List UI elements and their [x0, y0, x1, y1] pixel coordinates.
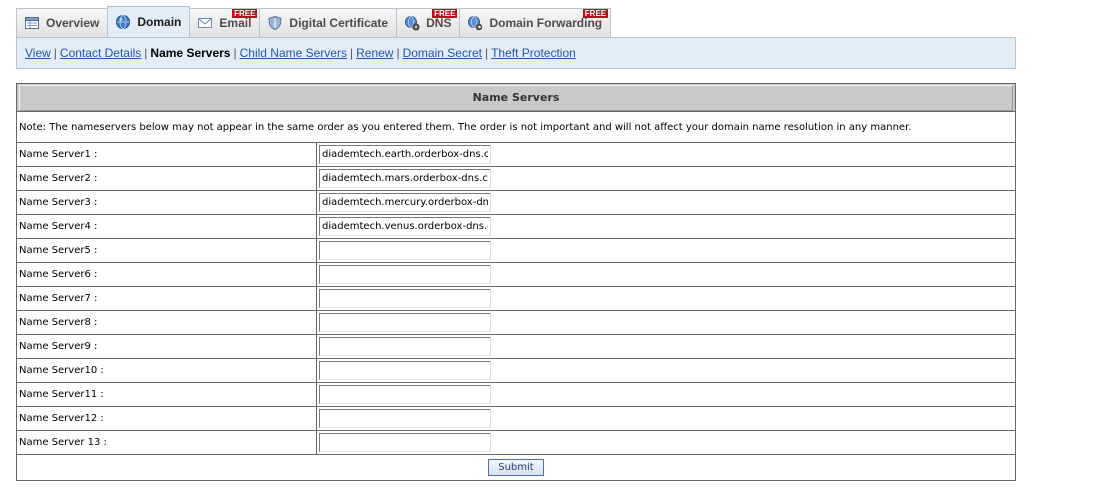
- table-row: Name Server8 :: [17, 311, 1015, 335]
- name-servers-table: Name Servers Note: The nameservers below…: [16, 83, 1016, 481]
- tab-label: Digital Certificate: [289, 16, 389, 30]
- name-server-label: Name Server12 :: [17, 407, 317, 431]
- table-row: Name Server12 :: [17, 407, 1015, 431]
- tab-label: Domain: [137, 15, 182, 29]
- overview-icon: [24, 15, 40, 31]
- envelope-icon: [197, 15, 213, 31]
- name-server-label: Name Server11 :: [17, 383, 317, 407]
- free-badge: FREE: [582, 9, 609, 18]
- table-row: Name Server4 :: [17, 215, 1015, 239]
- table-row: Name Server9 :: [17, 335, 1015, 359]
- subnav-separator: |: [396, 46, 400, 60]
- name-server-label: Name Server2 :: [17, 167, 317, 191]
- subnav-separator: |: [484, 46, 489, 60]
- note-row: Note: The nameservers below may not appe…: [17, 112, 1015, 143]
- name-server-label: Name Server9 :: [17, 335, 317, 359]
- tab-label: DNS: [426, 16, 452, 30]
- tab-label: Overview: [46, 16, 100, 30]
- name-server-3-input[interactable]: [319, 193, 491, 212]
- name-server-12-input[interactable]: [319, 409, 491, 428]
- subnav-separator: |: [144, 46, 148, 60]
- name-server-label: Name Server4 :: [17, 215, 317, 239]
- submit-row: Submit: [17, 455, 1015, 480]
- tab-domain[interactable]: Domain: [107, 6, 191, 37]
- subnav-renew-link[interactable]: Renew: [356, 46, 393, 60]
- name-server-label: Name Server1 :: [17, 143, 317, 167]
- tab-domain-forwarding[interactable]: FREE Domain Forwarding: [459, 8, 612, 37]
- forwarding-icon: [467, 15, 483, 31]
- name-server-7-input[interactable]: [319, 289, 491, 308]
- table-row: Name Server1 :: [17, 143, 1015, 167]
- subnav-child-name-servers-link[interactable]: Child Name Servers: [240, 46, 347, 60]
- name-server-label: Name Server5 :: [17, 239, 317, 263]
- free-badge: FREE: [232, 9, 258, 18]
- name-server-6-input[interactable]: [319, 265, 491, 284]
- name-server-label: Name Server10 :: [17, 359, 317, 383]
- subnav-view-link[interactable]: View: [25, 46, 51, 60]
- tab-dns[interactable]: FREE DNS: [396, 8, 461, 37]
- section-title: Name Servers: [19, 84, 1013, 111]
- name-server-label: Name Server3 :: [17, 191, 317, 215]
- tab-label: Domain Forwarding: [489, 16, 603, 30]
- tab-bar: Overview Domain FREE Email Digital Certi…: [16, 6, 612, 37]
- name-server-9-input[interactable]: [319, 337, 491, 356]
- table-row: Name Server10 :: [17, 359, 1015, 383]
- subnav-separator: |: [53, 46, 57, 60]
- table-header-row: Name Servers: [17, 84, 1015, 112]
- table-row: Name Server5 :: [17, 239, 1015, 263]
- dns-icon: [404, 15, 420, 31]
- globe-icon: [115, 14, 131, 30]
- name-server-8-input[interactable]: [319, 313, 491, 332]
- name-server-2-input[interactable]: [319, 169, 491, 188]
- name-server-label: Name Server8 :: [17, 311, 317, 335]
- name-server-10-input[interactable]: [319, 361, 491, 380]
- name-server-5-input[interactable]: [319, 241, 491, 260]
- shield-icon: [267, 15, 283, 31]
- name-server-label: Name Server7 :: [17, 287, 317, 311]
- submit-button[interactable]: Submit: [488, 459, 544, 476]
- name-server-13-input[interactable]: [319, 433, 491, 452]
- free-badge: FREE: [432, 9, 458, 18]
- name-server-4-input[interactable]: [319, 217, 491, 236]
- subnav-contact-details-link[interactable]: Contact Details: [60, 46, 141, 60]
- subnav-separator: |: [349, 46, 354, 60]
- subnav-theft-protection-link[interactable]: Theft Protection: [491, 46, 576, 60]
- subnav-domain-secret-link[interactable]: Domain Secret: [403, 46, 482, 60]
- note-text: Note: The nameservers below may not appe…: [17, 112, 1015, 143]
- name-server-1-input[interactable]: [319, 145, 491, 164]
- tab-label: Email: [219, 16, 252, 30]
- subnav-separator: |: [233, 46, 237, 60]
- tab-email[interactable]: FREE Email: [189, 8, 261, 37]
- name-server-label: Name Server6 :: [17, 263, 317, 287]
- name-server-label: Name Server 13 :: [17, 431, 317, 455]
- table-row: Name Server11 :: [17, 383, 1015, 407]
- table-row: Name Server 13 :: [17, 431, 1015, 455]
- subnav-name-servers-current: Name Servers: [150, 46, 231, 60]
- domain-subnav: View | Contact Details | Name Servers | Child …: [16, 37, 1016, 69]
- name-server-11-input[interactable]: [319, 385, 491, 404]
- tab-digital-certificate[interactable]: Digital Certificate: [259, 8, 398, 37]
- table-row: Name Server7 :: [17, 287, 1015, 311]
- table-row: Name Server2 :: [17, 167, 1015, 191]
- table-header: Name Servers: [17, 84, 1015, 112]
- tab-overview[interactable]: Overview: [16, 8, 109, 37]
- table-row: Name Server3 :: [17, 191, 1015, 215]
- table-row: Name Server6 :: [17, 263, 1015, 287]
